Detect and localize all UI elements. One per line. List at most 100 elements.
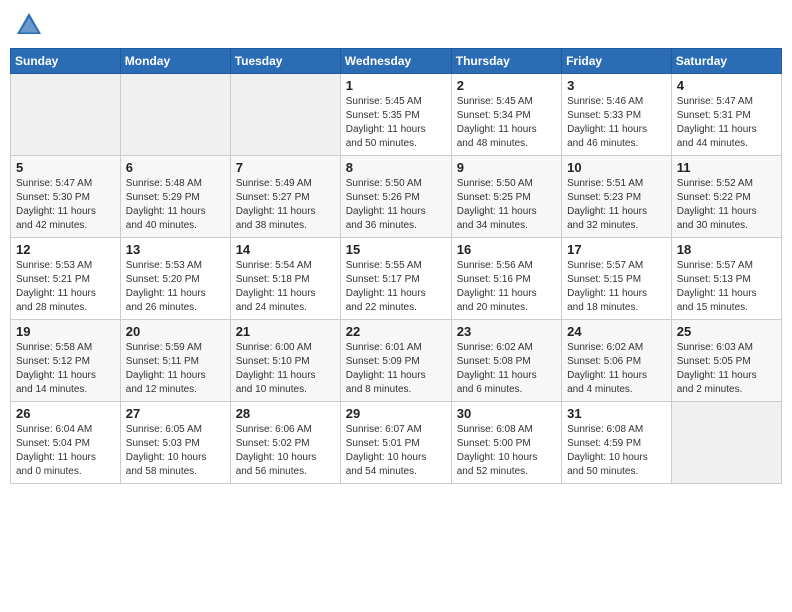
day-cell-19: 19 Sunrise: 5:58 AM Sunset: 5:12 PM Dayli… — [11, 320, 121, 402]
week-row-5: 26 Sunrise: 6:04 AM Sunset: 5:04 PM Dayli… — [11, 402, 782, 484]
day-cell-7: 7 Sunrise: 5:49 AM Sunset: 5:27 PM Daylig… — [230, 156, 340, 238]
day-cell-12: 12 Sunrise: 5:53 AM Sunset: 5:21 PM Dayli… — [11, 238, 121, 320]
empty-cell — [230, 74, 340, 156]
day-info: Sunrise: 6:00 AM Sunset: 5:10 PM Dayligh… — [236, 341, 335, 397]
header — [10, 10, 782, 40]
day-number: 3 — [567, 78, 666, 93]
weekday-header-row: SundayMondayTuesdayWednesdayThursdayFrid… — [11, 49, 782, 74]
day-number: 13 — [126, 242, 225, 257]
day-number: 14 — [236, 242, 335, 257]
day-info: Sunrise: 5:53 AM Sunset: 5:21 PM Dayligh… — [16, 259, 115, 315]
day-number: 28 — [236, 406, 335, 421]
weekday-header-monday: Monday — [120, 49, 230, 74]
day-info: Sunrise: 5:57 AM Sunset: 5:15 PM Dayligh… — [567, 259, 666, 315]
empty-cell — [120, 74, 230, 156]
day-number: 29 — [346, 406, 446, 421]
day-number: 4 — [677, 78, 776, 93]
weekday-header-wednesday: Wednesday — [340, 49, 451, 74]
day-cell-3: 3 Sunrise: 5:46 AM Sunset: 5:33 PM Daylig… — [562, 74, 672, 156]
day-info: Sunrise: 6:08 AM Sunset: 4:59 PM Dayligh… — [567, 423, 666, 479]
day-number: 22 — [346, 324, 446, 339]
day-cell-4: 4 Sunrise: 5:47 AM Sunset: 5:31 PM Daylig… — [671, 74, 781, 156]
day-cell-13: 13 Sunrise: 5:53 AM Sunset: 5:20 PM Dayli… — [120, 238, 230, 320]
day-cell-31: 31 Sunrise: 6:08 AM Sunset: 4:59 PM Dayli… — [562, 402, 672, 484]
day-number: 7 — [236, 160, 335, 175]
day-number: 1 — [346, 78, 446, 93]
day-number: 11 — [677, 160, 776, 175]
day-number: 2 — [457, 78, 556, 93]
day-cell-5: 5Sunrise: 5:47 AM Sunset: 5:30 PM Daylig… — [11, 156, 121, 238]
day-number: 10 — [567, 160, 666, 175]
day-info: Sunrise: 5:50 AM Sunset: 5:26 PM Dayligh… — [346, 177, 446, 233]
day-number: 21 — [236, 324, 335, 339]
day-number: 23 — [457, 324, 556, 339]
day-number: 17 — [567, 242, 666, 257]
day-cell-14: 14 Sunrise: 5:54 AM Sunset: 5:18 PM Dayli… — [230, 238, 340, 320]
day-info: Sunrise: 6:01 AM Sunset: 5:09 PM Dayligh… — [346, 341, 446, 397]
day-number: 26 — [16, 406, 115, 421]
day-info: Sunrise: 6:06 AM Sunset: 5:02 PM Dayligh… — [236, 423, 335, 479]
weekday-header-thursday: Thursday — [451, 49, 561, 74]
day-number: 5 — [16, 160, 115, 175]
day-info: Sunrise: 5:56 AM Sunset: 5:16 PM Dayligh… — [457, 259, 556, 315]
day-number: 6 — [126, 160, 225, 175]
day-info: Sunrise: 5:59 AM Sunset: 5:11 PM Dayligh… — [126, 341, 225, 397]
day-info: Sunrise: 5:50 AM Sunset: 5:25 PM Dayligh… — [457, 177, 556, 233]
day-cell-28: 28 Sunrise: 6:06 AM Sunset: 5:02 PM Dayli… — [230, 402, 340, 484]
week-row-1: 1Sunrise: 5:45 AM Sunset: 5:35 PM Daylig… — [11, 74, 782, 156]
day-cell-9: 9Sunrise: 5:50 AM Sunset: 5:25 PM Daylig… — [451, 156, 561, 238]
day-info: Sunrise: 6:07 AM Sunset: 5:01 PM Dayligh… — [346, 423, 446, 479]
week-row-4: 19 Sunrise: 5:58 AM Sunset: 5:12 PM Dayli… — [11, 320, 782, 402]
day-cell-25: 25Sunrise: 6:03 AM Sunset: 5:05 PM Dayli… — [671, 320, 781, 402]
day-number: 18 — [677, 242, 776, 257]
page: SundayMondayTuesdayWednesdayThursdayFrid… — [0, 0, 792, 612]
day-cell-8: 8 Sunrise: 5:50 AM Sunset: 5:26 PM Daylig… — [340, 156, 451, 238]
day-info: Sunrise: 5:49 AM Sunset: 5:27 PM Dayligh… — [236, 177, 335, 233]
calendar: SundayMondayTuesdayWednesdayThursdayFrid… — [10, 48, 782, 484]
day-number: 16 — [457, 242, 556, 257]
day-info: Sunrise: 5:58 AM Sunset: 5:12 PM Dayligh… — [16, 341, 115, 397]
day-info: Sunrise: 5:47 AM Sunset: 5:31 PM Dayligh… — [677, 95, 776, 151]
day-info: Sunrise: 5:51 AM Sunset: 5:23 PM Dayligh… — [567, 177, 666, 233]
day-cell-6: 6 Sunrise: 5:48 AM Sunset: 5:29 PM Daylig… — [120, 156, 230, 238]
day-number: 27 — [126, 406, 225, 421]
day-info: Sunrise: 6:08 AM Sunset: 5:00 PM Dayligh… — [457, 423, 556, 479]
day-info: Sunrise: 6:03 AM Sunset: 5:05 PM Dayligh… — [677, 341, 776, 397]
day-cell-22: 22 Sunrise: 6:01 AM Sunset: 5:09 PM Dayli… — [340, 320, 451, 402]
day-number: 19 — [16, 324, 115, 339]
weekday-header-saturday: Saturday — [671, 49, 781, 74]
week-row-2: 5Sunrise: 5:47 AM Sunset: 5:30 PM Daylig… — [11, 156, 782, 238]
day-number: 24 — [567, 324, 666, 339]
day-number: 31 — [567, 406, 666, 421]
day-cell-27: 27 Sunrise: 6:05 AM Sunset: 5:03 PM Dayli… — [120, 402, 230, 484]
day-info: Sunrise: 5:53 AM Sunset: 5:20 PM Dayligh… — [126, 259, 225, 315]
day-info: Sunrise: 5:46 AM Sunset: 5:33 PM Dayligh… — [567, 95, 666, 151]
day-info: Sunrise: 6:04 AM Sunset: 5:04 PM Dayligh… — [16, 423, 115, 479]
day-info: Sunrise: 6:05 AM Sunset: 5:03 PM Dayligh… — [126, 423, 225, 479]
week-row-3: 12 Sunrise: 5:53 AM Sunset: 5:21 PM Dayli… — [11, 238, 782, 320]
day-number: 30 — [457, 406, 556, 421]
day-cell-30: 30 Sunrise: 6:08 AM Sunset: 5:00 PM Dayli… — [451, 402, 561, 484]
day-info: Sunrise: 5:45 AM Sunset: 5:34 PM Dayligh… — [457, 95, 556, 151]
day-info: Sunrise: 5:52 AM Sunset: 5:22 PM Dayligh… — [677, 177, 776, 233]
day-cell-26: 26 Sunrise: 6:04 AM Sunset: 5:04 PM Dayli… — [11, 402, 121, 484]
day-number: 15 — [346, 242, 446, 257]
day-cell-20: 20Sunrise: 5:59 AM Sunset: 5:11 PM Dayli… — [120, 320, 230, 402]
day-info: Sunrise: 5:54 AM Sunset: 5:18 PM Dayligh… — [236, 259, 335, 315]
day-cell-21: 21 Sunrise: 6:00 AM Sunset: 5:10 PM Dayli… — [230, 320, 340, 402]
day-cell-24: 24Sunrise: 6:02 AM Sunset: 5:06 PM Dayli… — [562, 320, 672, 402]
day-cell-15: 15Sunrise: 5:55 AM Sunset: 5:17 PM Dayli… — [340, 238, 451, 320]
weekday-header-sunday: Sunday — [11, 49, 121, 74]
day-cell-11: 11 Sunrise: 5:52 AM Sunset: 5:22 PM Dayli… — [671, 156, 781, 238]
day-info: Sunrise: 5:48 AM Sunset: 5:29 PM Dayligh… — [126, 177, 225, 233]
weekday-header-friday: Friday — [562, 49, 672, 74]
logo — [14, 10, 48, 40]
day-number: 8 — [346, 160, 446, 175]
day-cell-2: 2 Sunrise: 5:45 AM Sunset: 5:34 PM Daylig… — [451, 74, 561, 156]
day-number: 12 — [16, 242, 115, 257]
day-cell-18: 18 Sunrise: 5:57 AM Sunset: 5:13 PM Dayli… — [671, 238, 781, 320]
day-info: Sunrise: 5:57 AM Sunset: 5:13 PM Dayligh… — [677, 259, 776, 315]
empty-cell — [11, 74, 121, 156]
day-cell-1: 1Sunrise: 5:45 AM Sunset: 5:35 PM Daylig… — [340, 74, 451, 156]
day-info: Sunrise: 6:02 AM Sunset: 5:08 PM Dayligh… — [457, 341, 556, 397]
